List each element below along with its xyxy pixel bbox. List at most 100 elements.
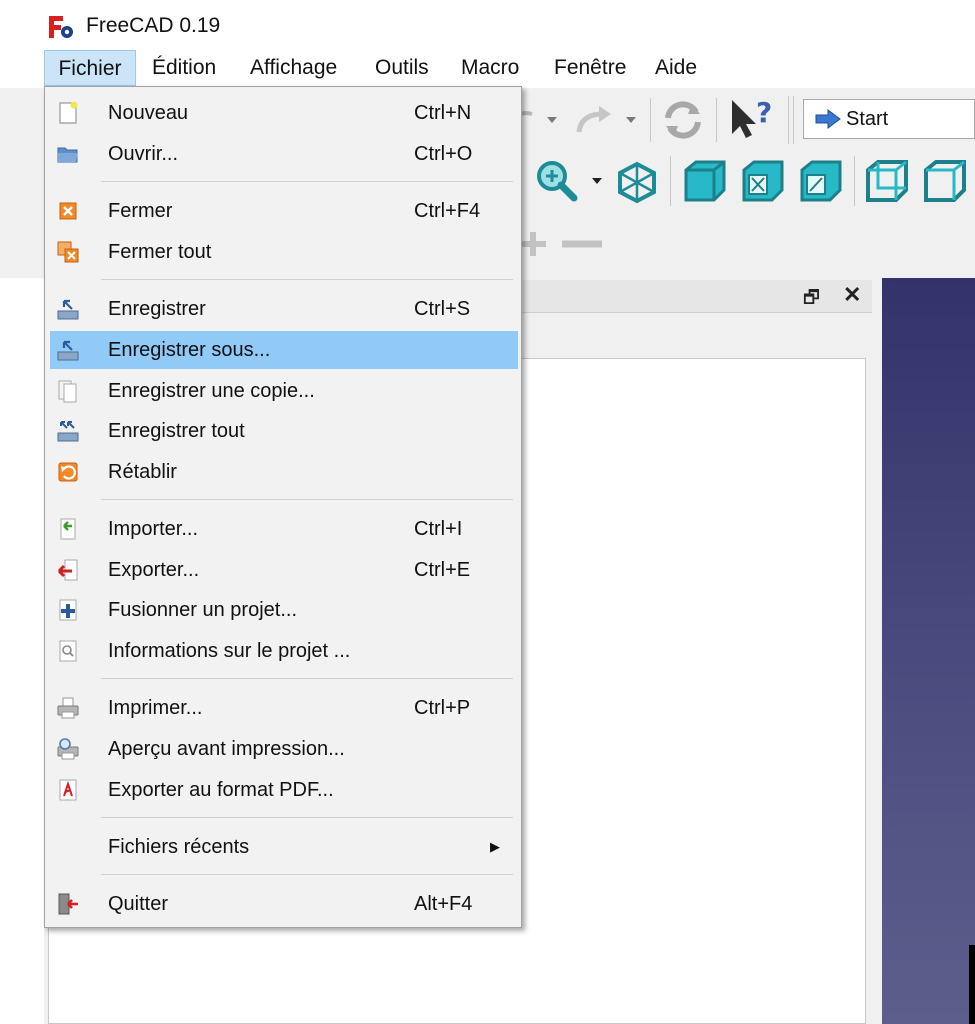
- float-panel-icon[interactable]: 🗗: [803, 285, 820, 315]
- whats-this-icon[interactable]: ?: [726, 96, 776, 142]
- isometric-view-icon[interactable]: [614, 160, 660, 204]
- menu-item-shortcut: Ctrl+N: [414, 102, 472, 124]
- save-as-icon: [57, 340, 79, 361]
- merge-project-icon: [59, 599, 77, 621]
- menu-item-shortcut: Ctrl+F4: [414, 200, 481, 222]
- right-view-icon[interactable]: [798, 158, 844, 204]
- menu-macro[interactable]: Macro: [461, 50, 519, 86]
- svg-text:?: ?: [756, 96, 772, 129]
- menu-item-label: Exporter...: [108, 559, 200, 581]
- menu-separator: [101, 678, 513, 679]
- menu-outils[interactable]: Outils: [375, 50, 429, 86]
- menu-separator: [101, 279, 513, 280]
- close-panel-icon[interactable]: ✕: [843, 282, 861, 308]
- menu-item-label: Ouvrir...: [108, 143, 179, 165]
- menu-fenetre[interactable]: Fenêtre: [554, 50, 626, 86]
- submenu-arrow-icon: ▶: [490, 839, 500, 854]
- menu-item-informations[interactable]: Informations sur le projet ...: [50, 632, 518, 670]
- menu-item-fermer-tout[interactable]: Fermer tout: [50, 233, 518, 271]
- menu-separator: [101, 499, 513, 500]
- menu-item-fusionner[interactable]: Fusionner un projet...: [50, 591, 518, 629]
- menu-fichier[interactable]: Fichier: [44, 50, 136, 86]
- view-edge: [969, 945, 975, 1024]
- menu-item-label: Quitter: [108, 893, 169, 915]
- menu-item-shortcut: Ctrl+O: [414, 143, 473, 165]
- undo-dropdown-icon[interactable]: [545, 112, 559, 126]
- rear-view-icon[interactable]: [864, 158, 910, 204]
- menu-item-enregistrer-tout[interactable]: Enregistrer tout: [50, 412, 518, 450]
- toolbar-separator: [788, 96, 789, 144]
- quit-icon: [58, 893, 78, 915]
- menu-item-label: Exporter au format PDF...: [108, 779, 334, 801]
- bottom-view-icon[interactable]: [922, 158, 968, 204]
- menu-bar: Fichier Édition Affichage Outils Macro F…: [0, 50, 975, 88]
- menu-aide[interactable]: Aide: [655, 50, 697, 86]
- front-view-icon[interactable]: [682, 158, 728, 204]
- menu-separator: [101, 817, 513, 818]
- redo-icon[interactable]: [575, 102, 615, 136]
- menu-item-enregistrer-sous[interactable]: Enregistrer sous...: [50, 331, 518, 369]
- menu-edition[interactable]: Édition: [152, 50, 216, 86]
- menu-item-imprimer[interactable]: Imprimer... Ctrl+P: [50, 689, 518, 727]
- menu-item-label: Nouveau: [108, 102, 189, 124]
- remove-icon[interactable]: [560, 236, 604, 252]
- revert-icon: [58, 462, 78, 482]
- menu-item-enregistrer-copie[interactable]: Enregistrer une copie...: [50, 372, 518, 410]
- menu-item-nouveau[interactable]: Nouveau Ctrl+N: [50, 94, 518, 132]
- toolbar-separator: [716, 98, 717, 142]
- menu-item-exporter[interactable]: Exporter... Ctrl+E: [50, 551, 518, 589]
- save-all-icon: [57, 421, 79, 442]
- menu-item-quitter[interactable]: Quitter Alt+F4: [50, 885, 518, 923]
- open-folder-icon: [57, 147, 78, 163]
- arrow-right-icon: [815, 109, 841, 129]
- menu-item-label: Aperçu avant impression...: [108, 738, 345, 760]
- menu-item-fermer[interactable]: Fermer Ctrl+F4: [50, 192, 518, 230]
- menu-item-label: Fermer: [108, 200, 173, 222]
- menu-item-shortcut: Ctrl+I: [414, 518, 463, 540]
- print-preview-icon: [57, 738, 79, 760]
- menu-item-label: Enregistrer une copie...: [108, 380, 315, 402]
- close-document-icon: [59, 202, 77, 220]
- redo-dropdown-icon[interactable]: [624, 112, 638, 126]
- menu-item-shortcut: Ctrl+E: [414, 559, 471, 581]
- zoom-dropdown-icon[interactable]: [590, 174, 604, 188]
- menu-item-retablir[interactable]: Rétablir: [50, 453, 518, 491]
- menu-item-label: Enregistrer tout: [108, 420, 245, 442]
- toolbar-separator: [650, 98, 651, 142]
- toolbar-separator: [670, 156, 671, 206]
- 3d-view[interactable]: [882, 278, 975, 1024]
- menu-item-label: Enregistrer: [108, 298, 206, 320]
- menu-separator: [101, 181, 513, 182]
- zoom-icon[interactable]: [534, 158, 580, 204]
- menu-item-fichiers-recents[interactable]: Fichiers récents ▶: [50, 828, 518, 866]
- menu-item-label: Informations sur le projet ...: [108, 640, 351, 662]
- menu-item-shortcut: Ctrl+P: [414, 697, 471, 719]
- menu-separator: [101, 874, 513, 875]
- project-info-icon: [59, 640, 77, 662]
- menu-item-apercu[interactable]: Aperçu avant impression...: [50, 730, 518, 768]
- menu-item-label: Rétablir: [108, 461, 177, 483]
- pdf-icon: [59, 779, 77, 801]
- close-all-icon: [57, 241, 79, 263]
- menu-item-label: Fermer tout: [108, 241, 212, 263]
- top-view-icon[interactable]: [740, 158, 786, 204]
- menu-item-ouvrir[interactable]: Ouvrir... Ctrl+O: [50, 135, 518, 173]
- menu-affichage[interactable]: Affichage: [250, 50, 337, 86]
- menu-item-export-pdf[interactable]: Exporter au format PDF...: [50, 771, 518, 809]
- new-document-icon: [59, 101, 78, 124]
- add-icon[interactable]: [520, 226, 550, 262]
- freecad-logo-icon: [49, 16, 73, 38]
- import-icon: [60, 518, 76, 540]
- toolbar-separator: [854, 156, 855, 206]
- workbench-label: Start: [846, 108, 889, 130]
- file-menu-dropdown: Nouveau Ctrl+N Ouvrir... Ctrl+O Fermer C…: [44, 86, 522, 928]
- menu-item-shortcut: Ctrl+S: [414, 298, 471, 320]
- menu-item-importer[interactable]: Importer... Ctrl+I: [50, 510, 518, 548]
- refresh-icon[interactable]: [660, 98, 706, 142]
- menu-item-enregistrer[interactable]: Enregistrer Ctrl+S: [50, 290, 518, 328]
- menu-item-label: Fichiers récents: [108, 836, 250, 858]
- save-icon: [57, 299, 79, 320]
- menu-item-label: Imprimer...: [108, 697, 203, 719]
- toolbar-separator: [793, 96, 794, 144]
- window-title: FreeCAD 0.19: [86, 14, 221, 37]
